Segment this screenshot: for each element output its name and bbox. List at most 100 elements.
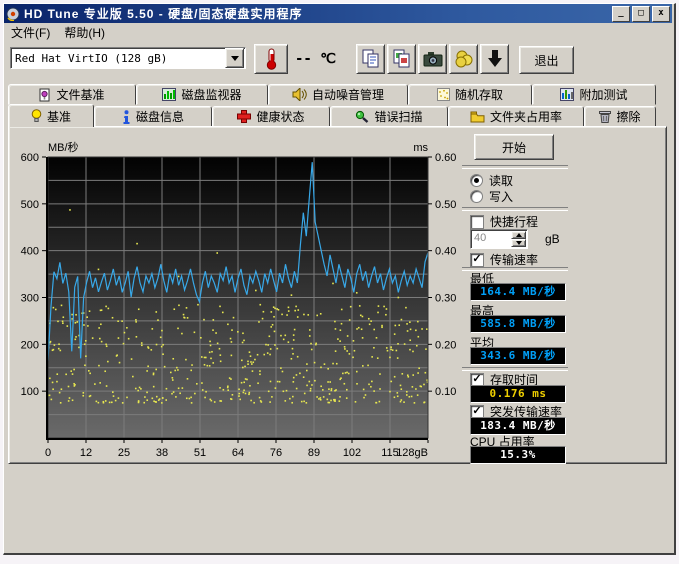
max-value-lcd: 585.8 MB/秒 xyxy=(470,315,566,333)
read-mode-option[interactable]: 读取 xyxy=(470,172,513,189)
svg-text:600: 600 xyxy=(21,152,39,164)
short-stroke-stepper[interactable]: 40 xyxy=(470,229,528,249)
svg-text:0.10: 0.10 xyxy=(435,386,456,398)
menu-bar: 文件(F) 帮助(H) xyxy=(4,23,672,41)
svg-text:400: 400 xyxy=(21,246,39,258)
save-icon xyxy=(486,49,504,69)
tab-label: 文件基准 xyxy=(56,86,104,103)
stepper-down-button[interactable] xyxy=(511,239,526,247)
chevron-down-icon xyxy=(516,241,522,245)
screenshot-button[interactable] xyxy=(418,44,447,74)
tab-label: 基准 xyxy=(47,108,71,125)
thermometer-icon xyxy=(261,48,281,70)
tab-label: 擦除 xyxy=(616,108,640,125)
svg-text:100: 100 xyxy=(21,386,39,398)
svg-text:0.30: 0.30 xyxy=(435,293,456,305)
transfer-rate-option[interactable]: ✓ 传输速率 xyxy=(470,251,538,268)
tab-back-3[interactable]: 随机存取 xyxy=(408,84,532,105)
svg-text:38: 38 xyxy=(156,447,168,459)
drive-select-dropdown-button[interactable] xyxy=(225,48,244,68)
tab-back-4[interactable]: 附加测试 xyxy=(532,84,656,105)
svg-text:300: 300 xyxy=(21,293,39,305)
tab-back-2[interactable]: 自动噪音管理 xyxy=(268,84,408,105)
tab-front-4[interactable]: 文件夹占用率 xyxy=(448,106,584,127)
short-stroke-value: 40 xyxy=(471,230,511,248)
save-button[interactable] xyxy=(480,44,509,74)
svg-text:500: 500 xyxy=(21,199,39,211)
tab-label: 自动噪音管理 xyxy=(312,86,384,103)
tab-row-front: 基准 磁盘信息 健康状态 错误扫描 文件夹占用率 擦除 xyxy=(8,104,656,127)
tab-back-1[interactable]: 磁盘监视器 xyxy=(136,84,268,105)
tab-label: 错误扫描 xyxy=(374,108,422,125)
start-button[interactable]: 开始 xyxy=(474,134,554,160)
tab-front-0[interactable]: 基准 xyxy=(8,104,94,127)
window-title: HD Tune 专业版 5.50 - 硬盘/固态硬盘实用程序 xyxy=(24,5,302,22)
chevron-up-icon xyxy=(516,233,522,237)
screenshot-icon xyxy=(423,50,443,68)
min-value-lcd: 164.4 MB/秒 xyxy=(470,283,566,301)
title-bar: HD Tune 专业版 5.50 - 硬盘/固态硬盘实用程序 _ □ x xyxy=(4,4,672,23)
drive-select-value: Red Hat VirtIO (128 gB) xyxy=(11,52,225,65)
short-stroke-checkbox[interactable] xyxy=(470,215,484,229)
tab-front-1[interactable]: 磁盘信息 xyxy=(94,106,212,127)
extra-tests-icon xyxy=(560,88,574,101)
disk-monitor-icon xyxy=(162,88,176,101)
menu-help[interactable]: 帮助(H) xyxy=(57,23,112,42)
tab-back-0[interactable]: 文件基准 xyxy=(8,84,136,105)
svg-text:128gB: 128gB xyxy=(396,447,428,459)
svg-text:12: 12 xyxy=(80,447,92,459)
exit-button[interactable]: 退出 xyxy=(519,46,574,74)
svg-text:0: 0 xyxy=(45,447,51,459)
donate-button[interactable] xyxy=(449,44,478,74)
cpu-usage-lcd: 15.3% xyxy=(470,446,566,464)
copy-text-button[interactable] xyxy=(356,44,385,74)
copy-image-button[interactable] xyxy=(387,44,416,74)
svg-text:64: 64 xyxy=(232,447,244,459)
error-scan-icon xyxy=(355,110,369,123)
stepper-up-button[interactable] xyxy=(511,231,526,239)
tab-label: 磁盘信息 xyxy=(136,108,184,125)
app-icon xyxy=(6,7,20,21)
maximize-button[interactable]: □ xyxy=(632,6,650,22)
folder-usage-icon xyxy=(470,111,485,123)
tab-label: 文件夹占用率 xyxy=(490,108,562,125)
transfer-rate-checkbox[interactable]: ✓ xyxy=(470,253,484,267)
separator xyxy=(462,207,568,211)
transfer-rate-label: 传输速率 xyxy=(490,251,538,268)
separator xyxy=(462,165,568,169)
svg-text:76: 76 xyxy=(270,447,282,459)
svg-text:89: 89 xyxy=(308,447,320,459)
tab-front-3[interactable]: 错误扫描 xyxy=(330,106,448,127)
avg-value-lcd: 343.6 MB/秒 xyxy=(470,347,566,365)
donate-icon xyxy=(454,49,474,69)
svg-text:0.60: 0.60 xyxy=(435,152,456,164)
short-stroke-option[interactable]: 快捷行程 xyxy=(470,213,538,230)
read-radio[interactable] xyxy=(470,174,483,187)
menu-file[interactable]: 文件(F) xyxy=(4,23,57,42)
random-access-icon xyxy=(437,88,450,101)
tab-label: 健康状态 xyxy=(256,108,304,125)
write-mode-option[interactable]: 写入 xyxy=(470,188,513,205)
read-radio-label: 读取 xyxy=(489,172,513,189)
drive-select[interactable]: Red Hat VirtIO (128 gB) xyxy=(10,47,246,69)
noise-management-icon xyxy=(292,88,307,101)
minimize-button[interactable]: _ xyxy=(612,6,630,22)
health-icon xyxy=(237,110,251,123)
file-benchmark-icon xyxy=(39,88,51,102)
benchmark-icon xyxy=(31,109,42,124)
svg-text:ms: ms xyxy=(413,142,428,154)
close-button[interactable]: x xyxy=(652,6,670,22)
disk-info-icon xyxy=(122,110,131,124)
tab-front-2[interactable]: 健康状态 xyxy=(212,106,330,127)
svg-text:MB/秒: MB/秒 xyxy=(48,140,79,154)
erase-icon xyxy=(599,110,611,123)
tab-front-5[interactable]: 擦除 xyxy=(584,106,656,127)
short-stroke-unit: gB xyxy=(545,232,560,246)
svg-text:200: 200 xyxy=(21,339,39,351)
benchmark-chart: 1002003004005006000.100.200.300.400.500.… xyxy=(14,134,474,460)
tab-label: 随机存取 xyxy=(455,86,503,103)
chevron-down-icon xyxy=(231,56,239,61)
write-radio[interactable] xyxy=(470,190,483,203)
temperature-button[interactable] xyxy=(254,44,288,74)
svg-text:0.40: 0.40 xyxy=(435,246,456,258)
